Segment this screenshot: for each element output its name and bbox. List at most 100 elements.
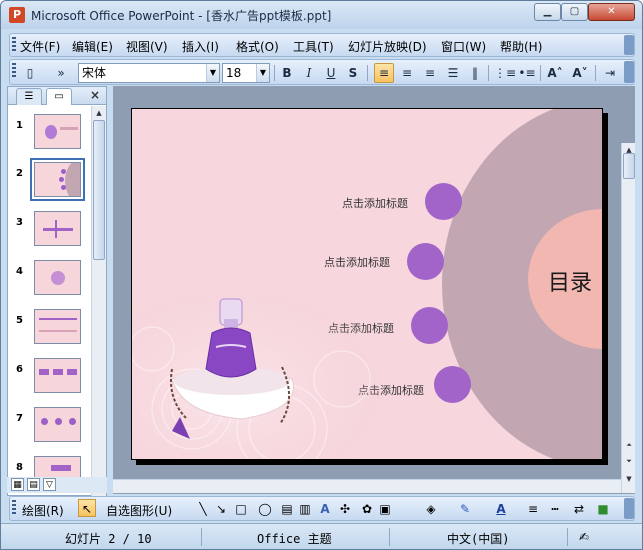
tab-outline[interactable]: ☰ xyxy=(16,88,42,105)
slide-number: 1 xyxy=(16,120,23,131)
toolbar-separator xyxy=(540,65,541,81)
slide-thumbnail-5[interactable] xyxy=(34,309,81,344)
slide-canvas[interactable]: 目录 点击添加标题 点击添加标题 点击添加标题 点击添加标题 xyxy=(131,108,603,460)
distribute-icon[interactable]: ☰ xyxy=(443,63,463,83)
slide-number: 7 xyxy=(16,413,23,424)
shadow-style-icon[interactable]: ■ xyxy=(594,500,612,518)
arrow-icon[interactable]: ↘ xyxy=(212,500,230,518)
toc-item-2[interactable]: 点击添加标题 xyxy=(324,254,390,270)
close-button[interactable]: ✕ xyxy=(588,3,635,21)
clipart-icon[interactable]: ✿ xyxy=(358,500,376,518)
oval-icon[interactable]: ◯ xyxy=(256,500,274,518)
picture-icon[interactable]: ▣ xyxy=(376,500,394,518)
scrollbar-thumb[interactable] xyxy=(93,120,105,260)
toc-item-1[interactable]: 点击添加标题 xyxy=(342,195,408,211)
menu-insert[interactable]: 插入(I) xyxy=(182,38,219,55)
previous-slide-icon[interactable]: ⏶ xyxy=(623,439,635,451)
maximize-button[interactable]: ▢ xyxy=(561,3,588,21)
draw-menu-button[interactable]: 绘图(R) xyxy=(22,502,64,519)
rectangle-icon[interactable]: □ xyxy=(232,500,250,518)
diagram-icon[interactable]: ✣ xyxy=(336,500,354,518)
spell-check-icon[interactable]: ✍ xyxy=(575,528,593,546)
slide-thumbnail-8[interactable] xyxy=(34,456,81,478)
menu-tools[interactable]: 工具(T) xyxy=(293,38,334,55)
new-document-icon[interactable]: ▯ xyxy=(20,63,40,83)
line-color-icon[interactable]: ✎ xyxy=(456,500,474,518)
arrow-style-icon[interactable]: ⇄ xyxy=(570,500,588,518)
menu-help[interactable]: 帮助(H) xyxy=(500,38,542,55)
slide-scrollbar[interactable]: ▲ ⏶ ⏷ ▼ xyxy=(621,143,635,493)
normal-view-icon[interactable]: ▦ xyxy=(11,478,24,491)
slide-number: 8 xyxy=(16,462,23,473)
align-left-icon[interactable]: ≡ xyxy=(374,63,394,83)
bold-button[interactable]: B xyxy=(277,63,297,83)
title-bar: P Microsoft Office PowerPoint - [香水广告ppt… xyxy=(1,1,642,29)
menu-file[interactable]: 文件(F) xyxy=(20,38,60,55)
close-icon[interactable]: × xyxy=(90,88,100,102)
menu-slideshow[interactable]: 幻灯片放映(D) xyxy=(348,38,427,55)
increase-font-icon[interactable]: A˄ xyxy=(545,63,565,83)
toolbar-grip[interactable] xyxy=(12,500,16,516)
scrollbar-thumb[interactable] xyxy=(623,153,635,179)
slide-thumbnail-6[interactable] xyxy=(34,358,81,393)
slide-thumbnail-2[interactable] xyxy=(30,158,85,201)
bullet-list-icon[interactable]: •≡ xyxy=(517,63,537,83)
align-center-icon[interactable]: ≡ xyxy=(397,63,417,83)
toolbar-separator xyxy=(595,65,596,81)
underline-button[interactable]: U xyxy=(321,63,341,83)
slide-thumbnail-1[interactable] xyxy=(34,114,81,149)
toolbar-overflow-icon[interactable]: » xyxy=(56,63,66,83)
tab-slides[interactable]: ▭ xyxy=(46,88,72,105)
status-separator xyxy=(201,528,202,546)
slideshow-view-icon[interactable]: ▽ xyxy=(43,478,56,491)
slide-thumbnail-3[interactable] xyxy=(34,211,81,246)
scroll-down-icon[interactable]: ▼ xyxy=(623,473,635,485)
vertical-textbox-icon[interactable]: ▥ xyxy=(296,500,314,518)
numbered-list-icon[interactable]: ⋮≡ xyxy=(494,63,516,83)
slide-thumbnail-4[interactable] xyxy=(34,260,81,295)
toolbar-options-handle[interactable] xyxy=(624,498,634,519)
slide-editor-area: 目录 点击添加标题 点击添加标题 点击添加标题 点击添加标题 xyxy=(113,86,635,494)
slide-sorter-icon[interactable]: ▤ xyxy=(27,478,40,491)
menu-window[interactable]: 窗口(W) xyxy=(441,38,486,55)
chevron-down-icon[interactable]: ▼ xyxy=(256,64,269,82)
fill-color-icon[interactable]: ◈ xyxy=(422,500,440,518)
horizontal-scrollbar[interactable] xyxy=(113,479,621,493)
slide-thumbnail-7[interactable] xyxy=(34,407,81,442)
shadow-button[interactable]: S xyxy=(343,63,363,83)
scroll-up-icon[interactable]: ▲ xyxy=(93,107,105,119)
font-name-select[interactable]: 宋体 ▼ xyxy=(78,63,220,83)
minimize-button[interactable]: ▁ xyxy=(534,3,561,21)
line-icon[interactable]: ╲ xyxy=(194,500,212,518)
menu-view[interactable]: 视图(V) xyxy=(126,38,168,55)
next-slide-icon[interactable]: ⏷ xyxy=(623,455,635,467)
toc-title[interactable]: 目录 xyxy=(548,265,592,297)
toolbar-separator xyxy=(488,65,489,81)
font-size-select[interactable]: 18 ▼ xyxy=(222,63,270,83)
font-name-value: 宋体 xyxy=(82,66,107,80)
font-color-icon[interactable]: A xyxy=(492,500,510,518)
toolbar-grip[interactable] xyxy=(12,63,16,79)
wordart-icon[interactable]: A xyxy=(316,500,334,518)
dash-style-icon[interactable]: ┅ xyxy=(546,500,564,518)
thumbnail-scrollbar[interactable]: ▲ ▼ xyxy=(91,106,106,496)
toolbar-options-handle[interactable] xyxy=(624,61,634,83)
slide-number: 4 xyxy=(16,266,23,277)
autoshapes-button[interactable]: 自选图形(U) xyxy=(106,502,172,519)
menu-format[interactable]: 格式(O) xyxy=(236,38,279,55)
column-icon[interactable]: ‖ xyxy=(465,63,485,83)
powerpoint-app-icon[interactable]: P xyxy=(9,7,25,23)
language-status: 中文(中国) xyxy=(447,532,510,546)
menu-options-handle[interactable] xyxy=(624,35,634,55)
view-buttons: ▦ ▤ ▽ xyxy=(7,477,107,493)
align-right-icon[interactable]: ≡ xyxy=(420,63,440,83)
line-style-icon[interactable]: ≡ xyxy=(524,500,542,518)
select-pointer-icon[interactable]: ↖ xyxy=(78,499,96,517)
chevron-down-icon[interactable]: ▼ xyxy=(206,64,219,82)
textbox-icon[interactable]: ▤ xyxy=(278,500,296,518)
italic-button[interactable]: I xyxy=(299,63,319,83)
indent-icon[interactable]: ⇥ xyxy=(600,63,620,83)
toolbar-grip[interactable] xyxy=(12,37,16,53)
decrease-font-icon[interactable]: A˅ xyxy=(570,63,590,83)
menu-edit[interactable]: 编辑(E) xyxy=(72,38,113,55)
